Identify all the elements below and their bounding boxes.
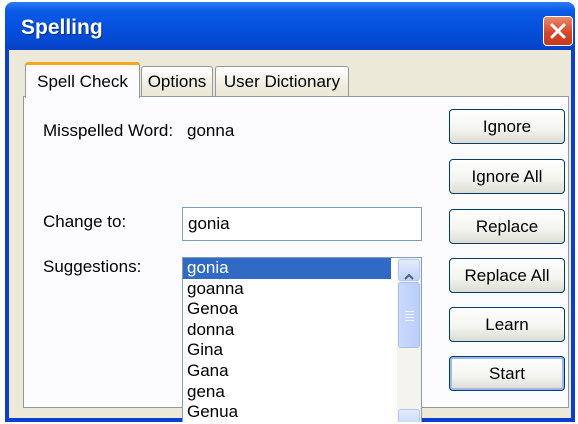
scroll-up-button[interactable] [398, 259, 420, 281]
suggestion-items: goniagoannaGenoadonnaGinaGanagenaGenuage… [183, 258, 421, 422]
change-to-field[interactable]: gonia [182, 207, 422, 241]
title-bar[interactable]: Spelling [5, 2, 575, 50]
list-item[interactable]: Genoa [183, 299, 391, 320]
close-icon [550, 23, 566, 39]
suggestions-label: Suggestions: [43, 257, 142, 276]
window-title: Spelling [21, 16, 103, 39]
chevron-down-icon [404, 417, 414, 423]
tab-spell-check[interactable]: Spell Check [25, 62, 140, 98]
list-item[interactable]: donna [183, 320, 391, 341]
misspelled-word-label: Misspelled Word: [43, 121, 174, 140]
replace-all-button[interactable]: Replace All [449, 258, 565, 293]
tab-label: Options [147, 71, 207, 91]
tab-label: Spell Check [37, 71, 128, 91]
list-item[interactable]: Gana [183, 361, 391, 382]
scroll-thumb[interactable] [398, 282, 420, 348]
dialog-body: Spell Check Options User Dictionary Miss… [9, 50, 571, 422]
list-item[interactable]: Gina [183, 340, 391, 361]
tab-options[interactable]: Options [141, 66, 213, 96]
chevron-up-icon [404, 267, 414, 280]
list-item[interactable]: goanna [183, 279, 391, 300]
scroll-down-button[interactable] [398, 409, 420, 422]
list-item[interactable]: Genua [183, 402, 391, 422]
spelling-dialog: Spelling Spell Check Options User Dictio… [5, 2, 575, 422]
grip-line [405, 314, 414, 315]
learn-button[interactable]: Learn [449, 307, 565, 342]
close-button[interactable] [543, 16, 573, 46]
grip-line [405, 317, 414, 318]
tab-label: User Dictionary [223, 71, 341, 91]
grip-line [405, 320, 414, 321]
list-item[interactable]: gena [183, 382, 391, 403]
start-button[interactable]: Start [449, 356, 565, 391]
tab-user-dictionary[interactable]: User Dictionary [215, 66, 349, 96]
ignore-all-button[interactable]: Ignore All [449, 159, 565, 194]
suggestions-list[interactable]: goniagoannaGenoadonnaGinaGanagenaGenuage… [182, 257, 422, 422]
suggestions-scrollbar[interactable] [397, 258, 421, 422]
list-item[interactable]: gonia [183, 258, 391, 279]
replace-button[interactable]: Replace [449, 209, 565, 244]
spell-check-panel: Misspelled Word: gonna Change to: gonia … [23, 96, 569, 422]
change-to-label: Change to: [43, 212, 127, 231]
grip-line [405, 311, 414, 312]
misspelled-word-value: gonna [187, 121, 235, 140]
ignore-button[interactable]: Ignore [449, 109, 565, 144]
